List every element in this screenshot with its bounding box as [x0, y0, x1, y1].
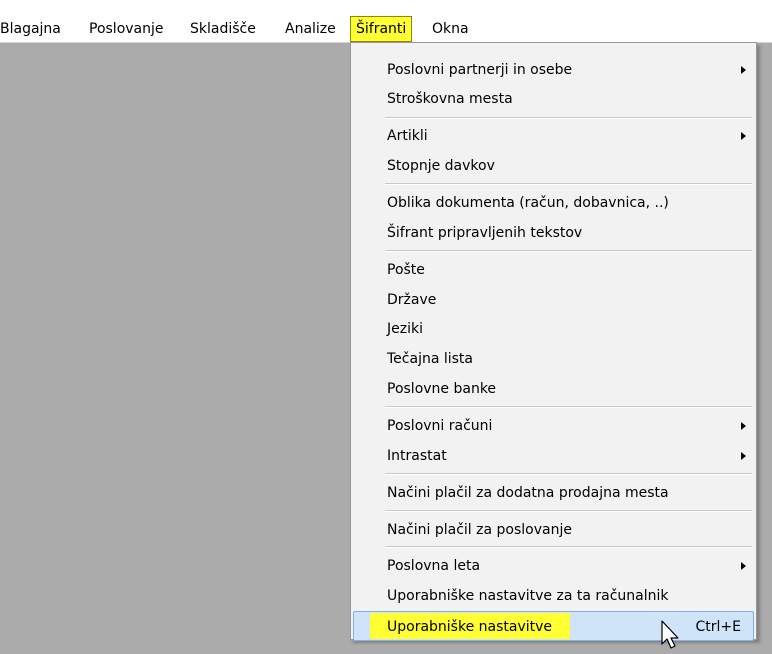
- menu-item-intrastat[interactable]: Intrastat: [353, 441, 754, 471]
- menu-separator: [385, 546, 752, 548]
- menu-item-nacini-placil-poslovanje[interactable]: Načini plačil za poslovanje: [353, 515, 754, 545]
- submenu-arrow-icon: [741, 132, 746, 140]
- menu-blagajna[interactable]: Blagajna: [0, 17, 61, 41]
- menu-sifranti[interactable]: Šifranti: [349, 16, 413, 42]
- menu-item-sifrant-tekstov[interactable]: Šifrant pripravljenih tekstov: [353, 218, 754, 248]
- menu-item-stopnje-davkov[interactable]: Stopnje davkov: [353, 151, 754, 181]
- menu-bar: Blagajna Poslovanje Skladišče Analize Ši…: [0, 0, 772, 43]
- menu-separator: [385, 510, 752, 512]
- sifranti-dropdown: Poslovni partnerji in osebe Stroškovna m…: [350, 42, 757, 641]
- menu-item-label: Artikli: [387, 128, 428, 144]
- submenu-arrow-icon: [741, 452, 746, 460]
- menu-item-label: Tečajna lista: [387, 351, 473, 367]
- menu-item-label: Oblika dokumenta (račun, dobavnica, ..): [387, 195, 669, 211]
- menu-okna-label: Okna: [432, 21, 469, 37]
- submenu-arrow-icon: [741, 562, 746, 570]
- menu-blagajna-label: Blagajna: [0, 21, 61, 37]
- menu-separator: [385, 250, 752, 252]
- menu-item-label: Šifrant pripravljenih tekstov: [387, 225, 583, 241]
- menu-item-stroskovna-mesta[interactable]: Stroškovna mesta: [353, 84, 754, 114]
- menu-okna[interactable]: Okna: [432, 17, 469, 41]
- menu-item-label: Države: [387, 292, 437, 308]
- menu-item-label: Stroškovna mesta: [387, 91, 513, 107]
- menu-item-label: Stopnje davkov: [387, 158, 495, 174]
- shortcut-label: Ctrl+E: [695, 619, 742, 635]
- menu-item-uporabniske-nastavitve[interactable]: Uporabniške nastavitve Ctrl+E: [353, 611, 754, 641]
- mouse-pointer-icon: [661, 620, 679, 649]
- menu-item-label: Poslovni računi: [387, 418, 493, 434]
- menu-sifranti-label: Šifranti: [356, 21, 407, 37]
- menu-item-tecajna-lista[interactable]: Tečajna lista: [353, 344, 754, 374]
- menu-item-label: Poslovni partnerji in osebe: [387, 62, 573, 78]
- menu-item-artikli[interactable]: Artikli: [353, 121, 754, 151]
- menu-poslovanje[interactable]: Poslovanje: [89, 17, 164, 41]
- menu-item-label: Poslovne banke: [387, 381, 497, 397]
- menu-item-label: Pošte: [387, 262, 425, 278]
- menu-item-poslovni-racuni[interactable]: Poslovni računi: [353, 411, 754, 441]
- submenu-arrow-icon: [741, 66, 746, 74]
- menu-item-label: Uporabniške nastavitve: [387, 619, 553, 635]
- menu-skladisce-label: Skladišče: [190, 21, 256, 37]
- menu-separator: [385, 117, 752, 119]
- menu-analize-label: Analize: [285, 21, 336, 37]
- menu-separator: [385, 406, 752, 408]
- menu-item-label: Uporabniške nastavitve za ta računalnik: [387, 588, 669, 604]
- menu-analize[interactable]: Analize: [285, 17, 336, 41]
- menu-skladisce[interactable]: Skladišče: [190, 17, 256, 41]
- submenu-arrow-icon: [741, 422, 746, 430]
- menu-item-drzave[interactable]: Države: [353, 285, 754, 315]
- menu-item-label: Načini plačil za poslovanje: [387, 522, 572, 538]
- menu-item-label: Poslovna leta: [387, 558, 481, 574]
- menu-separator: [385, 473, 752, 475]
- menu-item-label: Načini plačil za dodatna prodajna mesta: [387, 485, 669, 501]
- menu-item-poslovne-banke[interactable]: Poslovne banke: [353, 374, 754, 404]
- menu-poslovanje-label: Poslovanje: [89, 21, 164, 37]
- menu-item-oblika-dokumenta[interactable]: Oblika dokumenta (račun, dobavnica, ..): [353, 188, 754, 218]
- menu-item-poslovna-leta[interactable]: Poslovna leta: [353, 551, 754, 581]
- menu-item-nacini-placil-dodatna[interactable]: Načini plačil za dodatna prodajna mesta: [353, 478, 754, 508]
- menu-separator: [385, 183, 752, 185]
- menu-item-label: Jeziki: [387, 321, 423, 337]
- menu-item-label: Intrastat: [387, 448, 447, 464]
- menu-item-poslovni-partnerji[interactable]: Poslovni partnerji in osebe: [353, 55, 754, 85]
- menu-item-poste[interactable]: Pošte: [353, 255, 754, 285]
- menu-item-jeziki[interactable]: Jeziki: [353, 314, 754, 344]
- menu-item-nastavitve-racunalnik[interactable]: Uporabniške nastavitve za ta računalnik: [353, 581, 754, 611]
